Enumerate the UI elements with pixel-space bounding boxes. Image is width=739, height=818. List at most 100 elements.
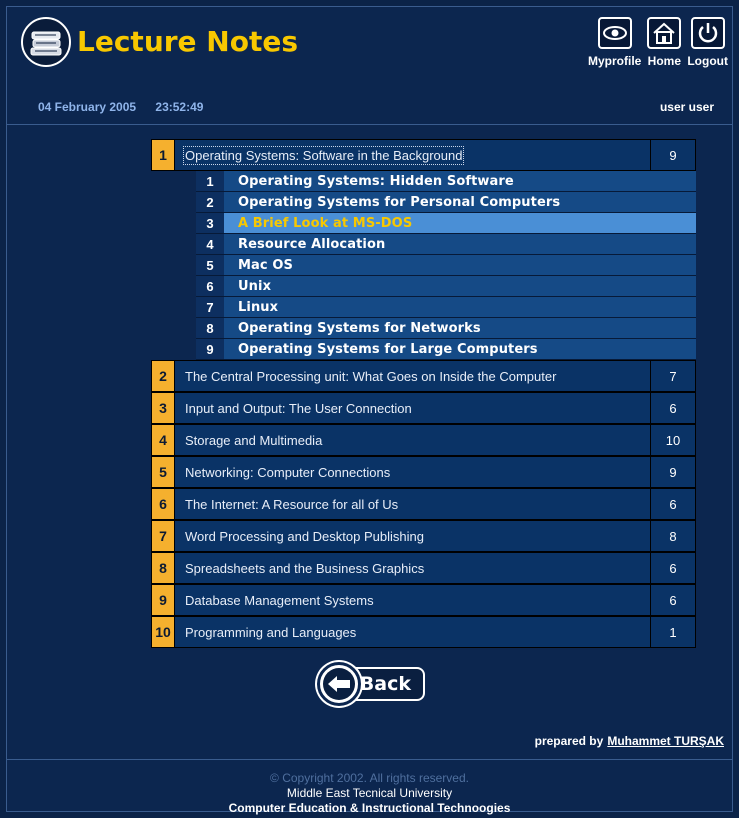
section-title: Mac OS (224, 255, 696, 275)
section-number: 8 (196, 318, 224, 338)
section-title: Operating Systems: Hidden Software (224, 171, 696, 191)
section-row[interactable]: 6 Unix (196, 276, 696, 297)
department-name: Computer Education & Instructional Techn… (228, 801, 511, 815)
chapter-title: Word Processing and Desktop Publishing (185, 528, 424, 544)
current-date: 04 February 2005 (38, 99, 137, 114)
chapter-number: 7 (152, 521, 175, 551)
logout-button[interactable]: Logout (687, 17, 728, 68)
chapter-title-link[interactable]: Spreadsheets and the Business Graphics (175, 553, 651, 583)
section-number: 5 (196, 255, 224, 275)
footer: © Copyright 2002. All rights reserved. M… (7, 759, 732, 815)
chapter-title: Networking: Computer Connections (185, 464, 391, 480)
section-row[interactable]: 8 Operating Systems for Networks (196, 318, 696, 339)
chapter-title-link[interactable]: Networking: Computer Connections (175, 457, 651, 487)
chapter-section-count: 6 (651, 489, 695, 519)
chapter-number: 3 (152, 393, 175, 423)
user-name: user user (659, 99, 714, 114)
chapter-section-count: 8 (651, 521, 695, 551)
top-navigation: Myprofile Home Logout (588, 17, 728, 68)
chapter-row[interactable]: 7 Word Processing and Desktop Publishing 8 (151, 520, 696, 552)
chapter-section-count: 1 (651, 617, 695, 647)
chapter-row[interactable]: 2 The Central Processing unit: What Goes … (151, 360, 696, 392)
chapter-title-link[interactable]: Programming and Languages (175, 617, 651, 647)
section-row[interactable]: 4 Resource Allocation (196, 234, 696, 255)
chapter-row[interactable]: 5 Networking: Computer Connections 9 (151, 456, 696, 488)
home-icon (647, 17, 682, 49)
section-list: 1 Operating Systems: Hidden Software 2 Oper… (196, 171, 696, 360)
page-frame: Lecture Notes Myprofile Home Logout 04 F… (6, 6, 733, 815)
chapter-title: Spreadsheets and the Business Graphics (185, 560, 425, 576)
chapter-title: Operating Systems: Software in the Backg… (182, 145, 465, 165)
chapter-title-link[interactable]: Input and Output: The User Connection (175, 393, 651, 423)
chapter-row[interactable]: 8 Spreadsheets and the Business Graphics 6 (151, 552, 696, 584)
chapter-row[interactable]: 1 Operating Systems: Software in the Back… (151, 139, 696, 171)
datetime: 04 February 2005 23:52:49 (38, 100, 203, 114)
chapter-number: 1 (152, 140, 175, 170)
logout-label: Logout (687, 54, 728, 68)
back-button[interactable]: Back (317, 662, 425, 706)
chapter-number: 10 (152, 617, 175, 647)
section-title: A Brief Look at MS-DOS (224, 213, 696, 233)
chapter-number: 5 (152, 457, 175, 487)
chapter-section-count: 7 (651, 361, 695, 391)
chapter-section-count: 9 (651, 457, 695, 487)
chapter-number: 8 (152, 553, 175, 583)
chapter-section-count: 6 (651, 585, 695, 615)
chapter-title: The Central Processing unit: What Goes o… (185, 368, 557, 384)
chapter-title: Database Management Systems (185, 592, 374, 608)
section-number: 7 (196, 297, 224, 317)
section-title: Operating Systems for Networks (224, 318, 696, 338)
copyright: © Copyright 2002. All rights reserved. (270, 771, 469, 785)
author-link[interactable]: Muhammet TURŞAK (607, 734, 724, 748)
chapter-section-count: 10 (651, 425, 695, 455)
app-title: Lecture Notes (77, 25, 299, 58)
chapter-number: 4 (152, 425, 175, 455)
chapter-title-link[interactable]: The Central Processing unit: What Goes o… (175, 361, 651, 391)
section-row[interactable]: 7 Linux (196, 297, 696, 318)
section-title: Linux (224, 297, 696, 317)
section-row[interactable]: 1 Operating Systems: Hidden Software (196, 171, 696, 192)
chapter-row[interactable]: 6 The Internet: A Resource for all of Us 6 (151, 488, 696, 520)
section-number: 2 (196, 192, 224, 212)
chapter-section-count: 6 (651, 393, 695, 423)
chapter-section-count: 9 (651, 140, 695, 170)
home-button[interactable]: Home (647, 17, 682, 68)
myprofile-button[interactable]: Myprofile (588, 17, 641, 68)
power-icon (690, 17, 725, 49)
chapter-number: 9 (152, 585, 175, 615)
home-label: Home (647, 54, 682, 68)
section-number: 6 (196, 276, 224, 296)
section-row[interactable]: 9 Operating Systems for Large Computers (196, 339, 696, 360)
section-number: 3 (196, 213, 224, 233)
arrow-left-icon (317, 662, 361, 706)
section-number: 1 (196, 171, 224, 191)
chapter-row[interactable]: 10 Programming and Languages 1 (151, 616, 696, 648)
section-row[interactable]: 2 Operating Systems for Personal Computer… (196, 192, 696, 213)
section-title: Operating Systems for Large Computers (224, 339, 696, 359)
chapter-row[interactable]: 9 Database Management Systems 6 (151, 584, 696, 616)
chapter-number: 2 (152, 361, 175, 391)
section-title: Operating Systems for Personal Computers (224, 192, 696, 212)
section-title: Unix (224, 276, 696, 296)
section-number: 9 (196, 339, 224, 359)
chapter-title-link[interactable]: The Internet: A Resource for all of Us (175, 489, 651, 519)
chapter-title-link[interactable]: Database Management Systems (175, 585, 651, 615)
chapter-number: 6 (152, 489, 175, 519)
chapter-title-link[interactable]: Operating Systems: Software in the Backg… (175, 140, 651, 170)
university-name: Middle East Tecnical University (286, 786, 453, 800)
section-row[interactable]: 5 Mac OS (196, 255, 696, 276)
prepared-prefix: prepared by (534, 734, 604, 748)
chapter-row[interactable]: 3 Input and Output: The User Connection 6 (151, 392, 696, 424)
chapter-section-count: 6 (651, 553, 695, 583)
chapter-row[interactable]: 4 Storage and Multimedia 10 (151, 424, 696, 456)
eye-icon (597, 17, 632, 49)
chapter-title-link[interactable]: Word Processing and Desktop Publishing (175, 521, 651, 551)
section-title: Resource Allocation (224, 234, 696, 254)
chapter-list: 1 Operating Systems: Software in the Back… (151, 139, 696, 648)
chapter-title: Storage and Multimedia (185, 432, 323, 448)
section-row[interactable]: 3A Brief Look at MS-DOS (196, 213, 696, 234)
chapter-title-link[interactable]: Storage and Multimedia (175, 425, 651, 455)
chapter-title: The Internet: A Resource for all of Us (185, 496, 399, 512)
chapter-title: Input and Output: The User Connection (185, 400, 412, 416)
section-number: 4 (196, 234, 224, 254)
